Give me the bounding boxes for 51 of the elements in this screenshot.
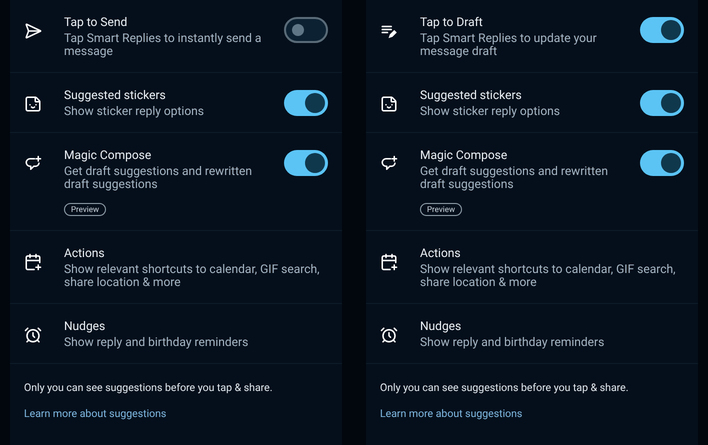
setting-row[interactable]: Tap to Draft Tap Smart Replies to update your message draft — [366, 0, 698, 73]
alarm-clock-icon — [24, 326, 42, 344]
setting-row[interactable]: Nudges Show reply and birthday reminders — [10, 304, 342, 364]
calendar-add-icon — [24, 253, 42, 271]
setting-description: Show reply and birthday reminders — [420, 336, 606, 349]
setting-title: Actions — [420, 245, 462, 261]
toggle-switch[interactable] — [640, 17, 684, 43]
toggle-switch[interactable] — [640, 90, 684, 116]
calendar-add-icon — [380, 253, 398, 271]
setting-title: Magic Compose — [64, 147, 152, 163]
setting-row[interactable]: Nudges Show reply and birthday reminders — [366, 304, 698, 364]
toggle-switch[interactable] — [284, 17, 328, 43]
setting-title: Suggested stickers — [64, 87, 167, 103]
setting-description: Show relevant shortcuts to calendar, GIF search, share location & more — [420, 263, 676, 289]
setting-row[interactable]: Suggested stickers Show sticker reply options — [366, 73, 698, 133]
setting-row[interactable]: Magic Compose Get draft suggestions and rewritten draft suggestions Preview — [366, 133, 698, 231]
sparkle-chat-icon — [24, 155, 42, 173]
setting-title: Actions — [64, 245, 106, 261]
setting-title: Magic Compose — [420, 147, 508, 163]
preview-badge: Preview — [420, 203, 462, 216]
setting-row[interactable]: Actions Show relevant shortcuts to calendar, GIF search, share location & more — [366, 231, 698, 304]
learn-more-link[interactable]: Learn more about suggestions — [24, 406, 328, 422]
sparkle-chat-icon — [380, 155, 398, 173]
setting-description: Tap Smart Replies to instantly send a message — [64, 32, 262, 58]
setting-title: Nudges — [64, 318, 106, 334]
setting-description: Get draft suggestions and rewritten draft suggestions — [64, 165, 254, 191]
privacy-note: Only you can see suggestions before you tap & share. — [24, 380, 274, 396]
setting-title: Suggested stickers — [420, 87, 523, 103]
preview-badge: Preview — [64, 203, 106, 216]
setting-row[interactable]: Actions Show relevant shortcuts to calendar, GIF search, share location & more — [10, 231, 342, 304]
setting-title: Tap to Draft — [420, 14, 484, 30]
sticker-icon — [24, 95, 42, 113]
toggle-switch[interactable] — [284, 90, 328, 116]
setting-description: Show sticker reply options — [64, 105, 205, 118]
toggle-switch[interactable] — [640, 150, 684, 176]
toggle-switch[interactable] — [284, 150, 328, 176]
setting-row[interactable]: Magic Compose Get draft suggestions and rewritten draft suggestions Preview — [10, 133, 342, 231]
send-icon — [24, 22, 42, 40]
setting-description: Tap Smart Replies to update your message draft — [420, 32, 598, 58]
privacy-note: Only you can see suggestions before you tap & share. — [380, 380, 630, 396]
alarm-clock-icon — [380, 326, 398, 344]
setting-description: Show relevant shortcuts to calendar, GIF search, share location & more — [64, 263, 320, 289]
setting-row[interactable]: Tap to Send Tap Smart Replies to instantly send a message — [10, 0, 342, 73]
setting-description: Get draft suggestions and rewritten draft suggestions — [420, 165, 610, 191]
setting-description: Show reply and birthday reminders — [64, 336, 250, 349]
setting-title: Nudges — [420, 318, 462, 334]
setting-title: Tap to Send — [64, 14, 128, 30]
setting-row[interactable]: Suggested stickers Show sticker reply options — [10, 73, 342, 133]
sticker-icon — [380, 95, 398, 113]
setting-description: Show sticker reply options — [420, 105, 561, 118]
learn-more-link[interactable]: Learn more about suggestions — [380, 406, 684, 422]
